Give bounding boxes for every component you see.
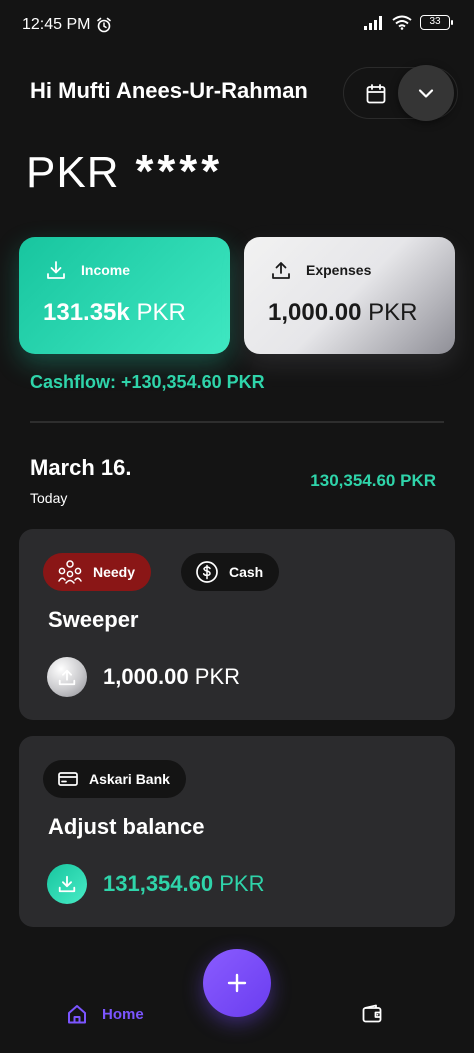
calendar-button[interactable] (362, 80, 390, 108)
group-relative-date: Today (30, 490, 68, 506)
transaction-amount: 131,354.60 PKR (103, 871, 264, 897)
upload-icon (58, 669, 76, 686)
group-total: 130,354.60 PKR (310, 471, 436, 490)
income-type-badge (47, 864, 87, 904)
chevron-down-icon (418, 89, 434, 98)
divider (30, 421, 444, 423)
dollar-coin-icon (196, 561, 218, 583)
bank-card-icon (58, 772, 78, 786)
balance-display[interactable]: PKR **** (26, 144, 223, 198)
category-chip[interactable]: Needy (43, 553, 152, 591)
signal-icon (364, 15, 382, 30)
alarm-icon (97, 17, 111, 33)
expense-amount-value: 1,000.00 (268, 299, 362, 326)
transaction-title: Adjust balance (48, 814, 205, 839)
expense-amount-unit: PKR (368, 299, 418, 326)
add-transaction-button[interactable] (203, 949, 271, 1017)
income-amount-unit: PKR (136, 299, 186, 326)
expense-card-header: Expenses (270, 259, 371, 281)
income-card[interactable]: Income 131.35k PKR (19, 237, 230, 354)
status-bar: 12:45 PM 33 (0, 0, 474, 52)
account-chip[interactable]: Cash (181, 553, 280, 591)
nav-home[interactable]: Home (66, 1003, 144, 1025)
transaction-amount-value: 1,000.00 (103, 664, 189, 689)
transaction-amount-row: 131,354.60 PKR (47, 864, 264, 904)
balance-masked-value: **** (135, 145, 224, 197)
balance-currency: PKR (26, 148, 120, 197)
battery-icon: 33 (420, 15, 453, 30)
status-icons: 33 (364, 15, 453, 30)
people-icon (58, 560, 82, 584)
group-date: March 16. (30, 455, 132, 480)
income-label: Income (81, 262, 131, 278)
status-time: 12:45 PM (22, 16, 91, 33)
income-amount-value: 131.35k (43, 299, 130, 326)
transaction-amount-row: 1,000.00 PKR (47, 657, 240, 697)
transaction-amount: 1,000.00 PKR (103, 664, 240, 690)
transaction-title: Sweeper (48, 607, 139, 632)
greeting-title: Hi Mufti Anees-Ur-Rahman (30, 78, 308, 103)
income-card-header: Income (45, 259, 130, 281)
category-chip-label: Needy (93, 564, 136, 580)
download-icon (58, 875, 76, 893)
home-icon (68, 1005, 86, 1024)
expense-label: Expenses (306, 262, 372, 278)
wallet-icon (362, 1004, 382, 1023)
expense-type-badge (47, 657, 87, 697)
cashflow-summary: Cashflow: +130,354.60 PKR (30, 372, 265, 392)
income-amount: 131.35k PKR (43, 299, 186, 327)
transaction-amount-value: 131,354.60 (103, 871, 214, 896)
expense-amount: 1,000.00 PKR (268, 299, 417, 327)
account-chip[interactable]: Askari Bank (43, 760, 186, 798)
transaction-amount-unit: PKR (194, 664, 241, 689)
account-chip-label: Cash (229, 564, 264, 580)
upload-icon (272, 262, 290, 279)
expense-card[interactable]: Expenses 1,000.00 PKR (244, 237, 455, 354)
transaction-card[interactable]: Needy Cash Sweeper 1,000.00 PKR (19, 529, 455, 720)
nav-wallet[interactable] (361, 1003, 383, 1030)
plus-icon (227, 973, 247, 993)
calendar-icon (366, 84, 386, 104)
account-chip-label: Askari Bank (89, 771, 170, 787)
transaction-card[interactable]: Askari Bank Adjust balance 131,354.60 PK… (19, 736, 455, 927)
download-icon (47, 261, 65, 279)
expand-button[interactable] (398, 65, 454, 121)
wifi-icon (392, 15, 412, 30)
transaction-amount-unit: PKR (219, 871, 265, 896)
nav-home-label: Home (102, 1005, 144, 1023)
